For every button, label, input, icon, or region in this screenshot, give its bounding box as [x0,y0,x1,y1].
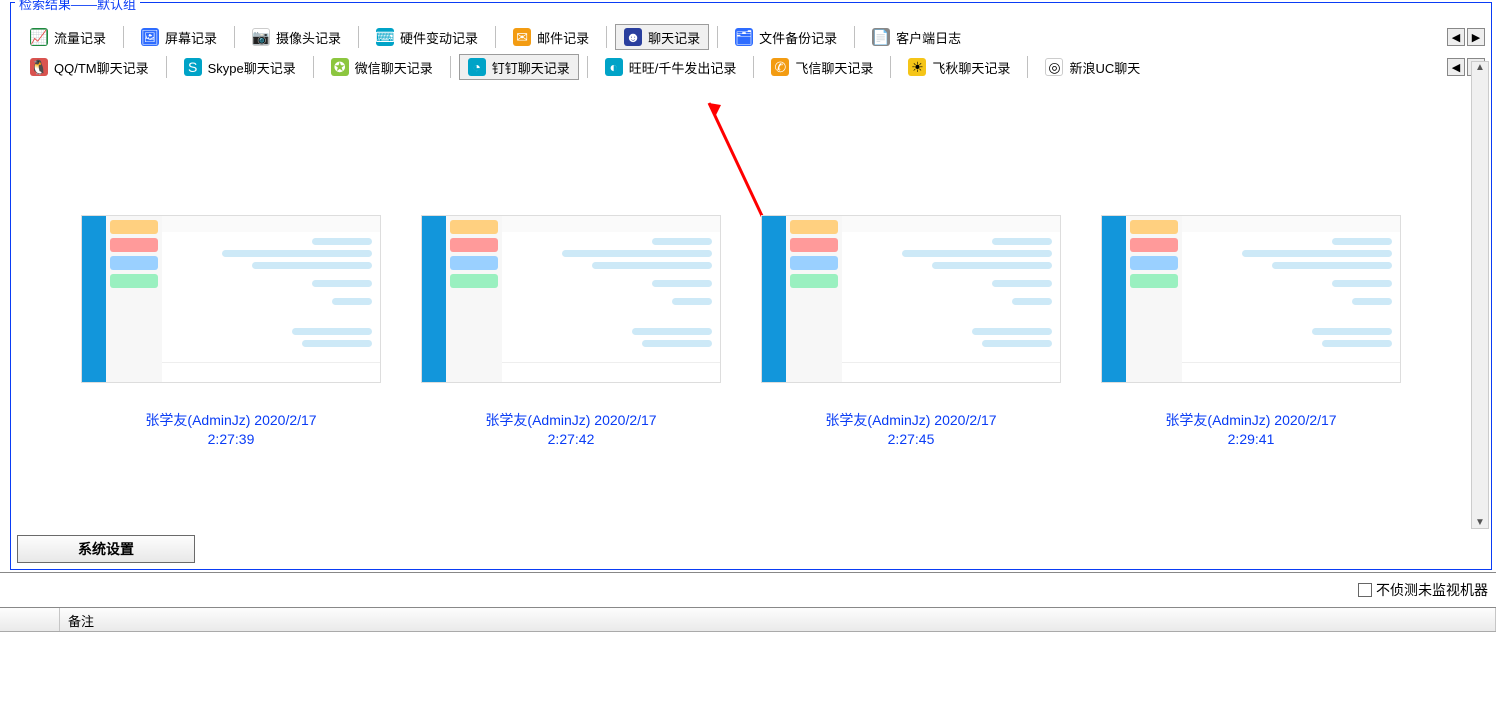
thumbnail-image [761,215,1061,383]
tab-wechat-chat[interactable]: ✪ 微信聊天记录 [322,54,442,80]
toolbar-separator [166,56,167,78]
lower-strip: 不侦测未监视机器 [0,573,1496,607]
thumbnail-caption: 张学友(AdminJz) 2020/2/17 2:27:39 [145,411,316,449]
screen-record-label: 屏幕记录 [165,28,217,47]
qq-tm-chat-icon: 🐧 [30,58,48,76]
skype-chat-label: Skype聊天记录 [208,58,296,77]
thumbnail-image [421,215,721,383]
content-vertical-scrollbar[interactable]: ▲ ▼ [1471,61,1489,529]
toolbar-row-2: 🐧 QQ/TM聊天记录 S Skype聊天记录 ✪ 微信聊天记录 ◔ 钉钉聊天记录 ◐ 旺旺/千牛… [17,53,1485,81]
client-log-icon: 📄 [872,28,890,46]
qq-tm-chat-label: QQ/TM聊天记录 [54,58,149,77]
table-col-0[interactable] [0,608,60,631]
table-col-remark[interactable]: 备注 [60,608,1496,631]
toolbar-separator [123,26,124,48]
traffic-record-icon: 📈 [30,28,48,46]
tab-skype-chat[interactable]: S Skype聊天记录 [175,54,305,80]
table-body [0,632,1496,704]
feixin-chat-label: 飞信聊天记录 [795,58,873,77]
hw-change-record-label: 硬件变动记录 [400,28,478,47]
checkbox-label: 不侦测未监视机器 [1376,580,1488,600]
tab-file-backup-record[interactable]: 🗂 文件备份记录 [726,24,846,50]
thumbnail-image [81,215,381,383]
tab-screen-record[interactable]: 🖼 屏幕记录 [132,24,226,50]
tab-camera-record[interactable]: 📷 摄像头记录 [243,24,350,50]
scroll-up-icon: ▲ [1475,62,1485,73]
tab-wangwang-chat[interactable]: ◐ 旺旺/千牛发出记录 [596,54,746,80]
sina-uc-chat-icon: ◎ [1045,58,1063,76]
toolbar-separator [234,26,235,48]
tab-ding-chat[interactable]: ◔ 钉钉聊天记录 [459,54,579,80]
toolbar-row-1: 📈 流量记录 🖼 屏幕记录 📷 摄像头记录 ⌨ 硬件变动记录 ✉ 邮件记录 ☻ 聊天记录 🗂 文件备份记录… [17,23,1485,51]
toolbar-separator [450,56,451,78]
chat-record-label: 聊天记录 [648,28,700,47]
results-table: 备注 [0,607,1496,704]
toolbar-separator [890,56,891,78]
tab-traffic-record[interactable]: 📈 流量记录 [21,24,115,50]
ding-chat-label: 钉钉聊天记录 [492,58,570,77]
thumbnail-item[interactable]: 张学友(AdminJz) 2020/2/17 2:27:45 [761,215,1061,449]
tab-qq-tm-chat[interactable]: 🐧 QQ/TM聊天记录 [21,54,158,80]
client-log-label: 客户端日志 [896,28,961,47]
tab-sina-uc-chat[interactable]: ◎ 新浪UC聊天 [1036,54,1149,80]
row1-nav-right[interactable]: ▶ [1467,28,1485,46]
traffic-record-label: 流量记录 [54,28,106,47]
thumbnail-caption: 张学友(AdminJz) 2020/2/17 2:29:41 [1165,411,1336,449]
screen-record-icon: 🖼 [141,28,159,46]
toolbar-separator [587,56,588,78]
tab-feiqiu-chat[interactable]: ☀ 飞秋聊天记录 [899,54,1019,80]
tab-hw-change-record[interactable]: ⌨ 硬件变动记录 [367,24,487,50]
mail-record-label: 邮件记录 [537,28,589,47]
tab-feixin-chat[interactable]: ✆ 飞信聊天记录 [762,54,882,80]
camera-record-label: 摄像头记录 [276,28,341,47]
skype-chat-icon: S [184,58,202,76]
feiqiu-chat-label: 飞秋聊天记录 [932,58,1010,77]
tab-client-log[interactable]: 📄 客户端日志 [863,24,970,50]
toolbar-separator [1027,56,1028,78]
thumbnail-area: 张学友(AdminJz) 2020/2/17 2:27:39 张学友(AdminJ… [11,85,1491,459]
toolbar-separator [495,26,496,48]
row1-nav-left[interactable]: ◀ [1447,28,1465,46]
wechat-chat-label: 微信聊天记录 [355,58,433,77]
toolbar-separator [606,26,607,48]
wangwang-chat-icon: ◐ [605,58,623,76]
sina-uc-chat-label: 新浪UC聊天 [1069,58,1140,77]
toolbar-separator [854,26,855,48]
tab-chat-record[interactable]: ☻ 聊天记录 [615,24,709,50]
lower-panel: 不侦测未监视机器 备注 [0,572,1496,704]
thumbnail-item[interactable]: 张学友(AdminJz) 2020/2/17 2:27:42 [421,215,721,449]
toolbar-area: 📈 流量记录 🖼 屏幕记录 📷 摄像头记录 ⌨ 硬件变动记录 ✉ 邮件记录 ☻ 聊天记录 🗂 文件备份记录… [11,23,1491,85]
row2-nav-left[interactable]: ◀ [1447,58,1465,76]
wangwang-chat-label: 旺旺/千牛发出记录 [629,58,737,77]
chat-record-icon: ☻ [624,28,642,46]
toolbar-separator [358,26,359,48]
camera-record-icon: 📷 [252,28,270,46]
hw-change-record-icon: ⌨ [376,28,394,46]
tab-mail-record[interactable]: ✉ 邮件记录 [504,24,598,50]
mail-record-icon: ✉ [513,28,531,46]
wechat-chat-icon: ✪ [331,58,349,76]
toolbar-separator [717,26,718,48]
search-results-group: 检索结果——默认组 📈 流量记录 🖼 屏幕记录 📷 摄像头记录 ⌨ 硬件变动记录 ✉ 邮件记录 ☻ 聊… [10,2,1492,570]
row1-nav: ◀ ▶ [1447,28,1485,46]
checkbox-box-icon [1358,583,1372,597]
scroll-down-icon: ▼ [1475,517,1485,528]
thumbnail-caption: 张学友(AdminJz) 2020/2/17 2:27:42 [485,411,656,449]
feixin-chat-icon: ✆ [771,58,789,76]
thumbnail-caption: 张学友(AdminJz) 2020/2/17 2:27:45 [825,411,996,449]
table-header: 备注 [0,608,1496,632]
thumbnail-image [1101,215,1401,383]
file-backup-record-icon: 🗂 [735,28,753,46]
file-backup-record-label: 文件备份记录 [759,28,837,47]
group-title: 检索结果——默认组 [15,0,140,13]
thumbnail-item[interactable]: 张学友(AdminJz) 2020/2/17 2:27:39 [81,215,381,449]
toolbar-separator [313,56,314,78]
feiqiu-chat-icon: ☀ [908,58,926,76]
ding-chat-icon: ◔ [468,58,486,76]
toolbar-separator [753,56,754,78]
no-detect-unmonitored-checkbox[interactable]: 不侦测未监视机器 [1358,580,1488,600]
system-settings-button[interactable]: 系统设置 [17,535,195,563]
thumbnail-item[interactable]: 张学友(AdminJz) 2020/2/17 2:29:41 [1101,215,1401,449]
